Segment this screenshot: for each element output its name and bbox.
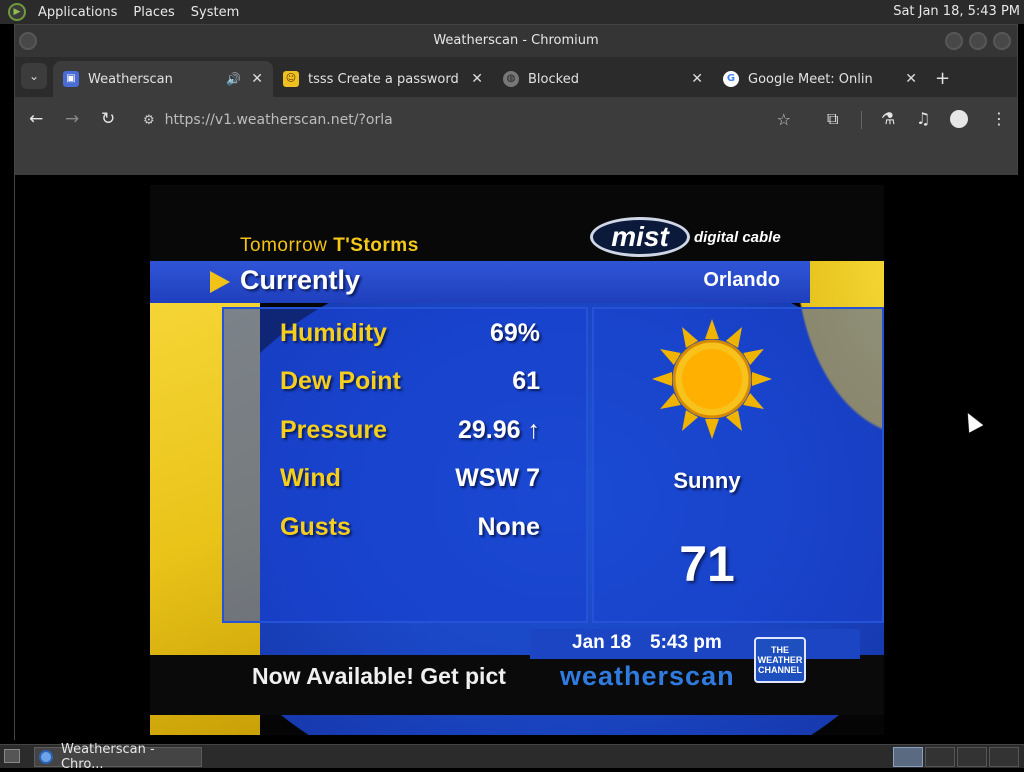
reading-value: None: [477, 513, 541, 541]
reading-value: 61: [512, 367, 540, 395]
address-bar[interactable]: ⚙ https://v1.weatherscan.net/?orla ☆: [135, 105, 805, 135]
city-name: Orlando: [703, 269, 780, 291]
workspace-4-button[interactable]: [989, 747, 1019, 767]
back-arrow-icon[interactable]: ←: [29, 109, 43, 129]
toolbar-separator: [861, 111, 862, 129]
url-text[interactable]: https://v1.weatherscan.net/?orla: [165, 112, 393, 128]
bottom-taskbar: Weatherscan - Chro...: [0, 742, 1024, 772]
workspace-2-button[interactable]: [925, 747, 955, 767]
condition-text: Sunny: [673, 468, 741, 493]
weatherscan-brand: weatherscan: [560, 661, 735, 691]
media-controls-icon[interactable]: ♫: [916, 109, 930, 128]
tab-weatherscan[interactable]: ▣ Weatherscan 🔊 ✕: [53, 61, 273, 97]
distro-logo-icon[interactable]: ▶: [8, 3, 26, 21]
date-time-bar: Jan 18 5:43 pm: [530, 629, 860, 659]
show-desktop-icon[interactable]: [4, 749, 20, 763]
reading-label: Wind: [280, 464, 341, 492]
reading-label: Humidity: [280, 319, 387, 347]
crawl-ticker-text: Now Available! Get pict: [252, 663, 506, 689]
forecast-prefix: Tomorrow: [240, 235, 328, 256]
labs-flask-icon[interactable]: ⚗: [881, 109, 895, 128]
workspace-1-button[interactable]: [893, 747, 923, 767]
reading-pressure: Pressure 29.96 ↑: [280, 416, 540, 456]
more-menu-icon[interactable]: ⋮: [991, 109, 1007, 128]
reading-value: 69%: [489, 319, 540, 347]
weatherscan-display: Tomorrow T'Storms mist digital cable Cur…: [150, 185, 884, 735]
reading-dew-point: Dew Point 61: [280, 367, 540, 407]
tab-close-icon[interactable]: ✕: [251, 71, 263, 87]
tab-close-icon[interactable]: ✕: [691, 71, 703, 87]
tab-title: Blocked: [528, 71, 579, 87]
google-icon: G: [723, 71, 739, 87]
globe-icon: ◍: [503, 71, 519, 87]
window-titlebar[interactable]: Weatherscan - Chromium: [15, 25, 1017, 57]
tab-create-password[interactable]: ☺ tsss Create a password-p ✕: [273, 61, 493, 97]
weatherscan-favicon-icon: ▣: [63, 71, 79, 87]
menu-applications[interactable]: Applications: [30, 5, 125, 20]
time-text: 5:43 pm: [650, 632, 722, 653]
browser-toolbar: ← → ↻ ⚙ https://v1.weatherscan.net/?orla…: [15, 97, 1017, 143]
weather-channel-logo: THE WEATHER CHANNEL: [754, 637, 806, 683]
reading-gusts: Gusts None: [280, 513, 540, 553]
logo-main: mist: [590, 217, 690, 257]
reading-label: Pressure: [280, 416, 388, 444]
maximize-button[interactable]: [969, 32, 987, 50]
forward-arrow-icon[interactable]: →: [65, 109, 79, 129]
tab-title: Google Meet: Online Web: [748, 71, 872, 87]
temperature-value: 71: [679, 536, 735, 592]
reading-value: WSW 7: [455, 464, 540, 492]
tab-strip: ⌄ ▣ Weatherscan 🔊 ✕ ☺ tsss Create a pass…: [15, 57, 1017, 97]
window-title: Weatherscan - Chromium: [433, 33, 599, 48]
workspace-3-button[interactable]: [957, 747, 987, 767]
reading-label: Gusts: [280, 513, 351, 541]
site-info-icon[interactable]: ⚙: [143, 113, 155, 128]
provider-logo: mist digital cable: [590, 215, 781, 259]
play-triangle-icon: [210, 271, 230, 293]
emoji-favicon-icon: ☺: [283, 71, 299, 87]
chromium-icon: [39, 750, 53, 764]
reading-humidity: Humidity 69%: [280, 319, 540, 359]
currently-label: Currently: [240, 265, 361, 295]
sunny-weather-icon: [652, 319, 772, 439]
panel-clock[interactable]: Sat Jan 18, 5:43 PM: [893, 4, 1020, 19]
top-panel: ▶ Applications Places System Sat Jan 18,…: [0, 0, 1024, 24]
reading-wind: Wind WSW 7: [280, 464, 540, 504]
currently-bar: Currently Orlando: [150, 261, 810, 303]
forecast-condition: T'Storms: [333, 235, 419, 256]
menu-system[interactable]: System: [183, 5, 247, 20]
new-tab-button[interactable]: +: [935, 68, 950, 89]
window-menu-button[interactable]: [19, 32, 37, 50]
close-window-button[interactable]: [993, 32, 1011, 50]
date-text: Jan 18: [572, 632, 632, 653]
page-viewport: Tomorrow T'Storms mist digital cable Cur…: [15, 175, 1019, 741]
audio-playing-icon[interactable]: 🔊: [226, 72, 241, 86]
reading-label: Dew Point: [280, 367, 401, 395]
tab-close-icon[interactable]: ✕: [471, 71, 483, 87]
taskbar-window-button[interactable]: Weatherscan - Chro...: [34, 742, 202, 772]
reading-value: 29.96 ↑: [457, 416, 540, 444]
profile-avatar-icon[interactable]: [950, 110, 968, 128]
logo-sub: digital cable: [694, 228, 781, 246]
forecast-teaser: Tomorrow T'Storms: [240, 235, 419, 257]
extensions-icon[interactable]: ⧉: [827, 109, 838, 129]
tab-title: tsss Create a password-p: [308, 71, 458, 87]
tab-search-button[interactable]: ⌄: [21, 63, 47, 89]
reload-icon[interactable]: ↻: [101, 109, 115, 129]
menu-places[interactable]: Places: [125, 5, 182, 20]
tab-title: Weatherscan: [88, 71, 173, 87]
tab-close-icon[interactable]: ✕: [905, 71, 917, 87]
tab-google-meet[interactable]: G Google Meet: Online Web ✕: [713, 61, 927, 97]
bookmark-star-icon[interactable]: ☆: [777, 110, 791, 129]
tab-blocked[interactable]: ◍ Blocked ✕: [493, 61, 713, 97]
browser-window: Weatherscan - Chromium ⌄ ▣ Weatherscan 🔊…: [14, 24, 1019, 741]
minimize-button[interactable]: [945, 32, 963, 50]
